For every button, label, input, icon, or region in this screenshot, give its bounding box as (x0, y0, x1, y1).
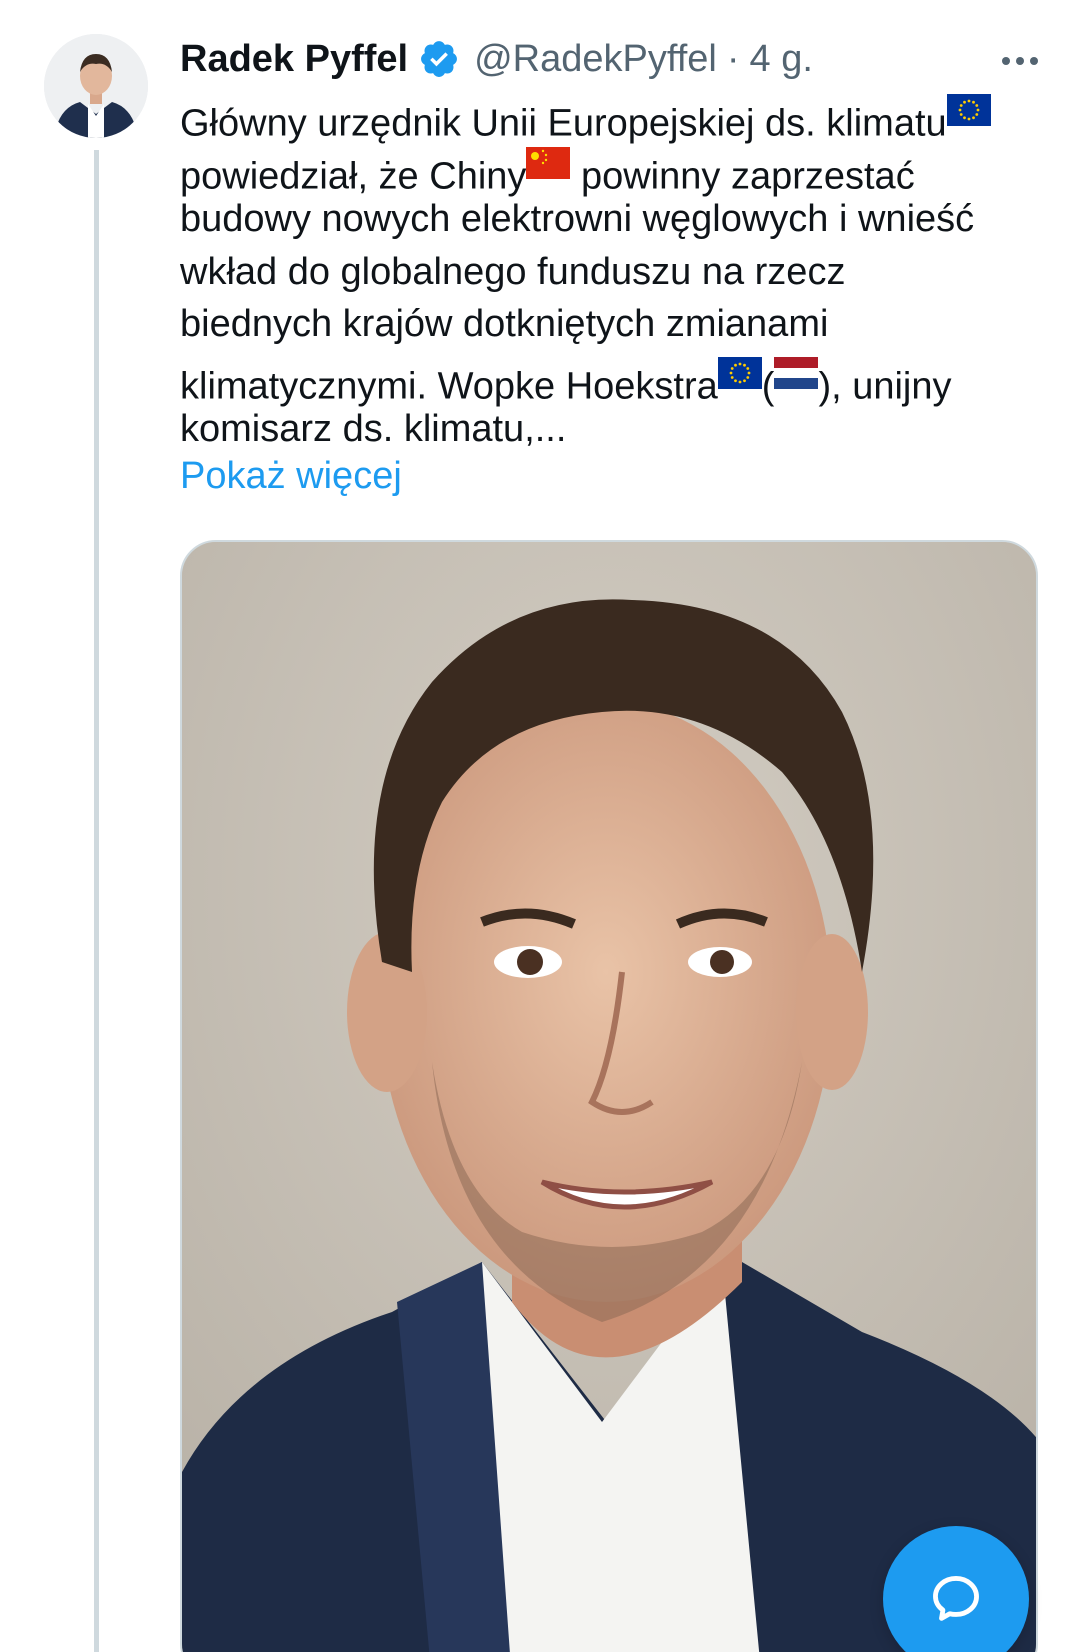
verified-badge-icon (421, 41, 458, 77)
header-separator: · (726, 37, 740, 80)
tweet-text-line: powiedział, że Chiny powinny zaprzestać (180, 141, 1040, 197)
tweet-text-segment: ( (761, 365, 775, 407)
tweet-header: Radek Pyffel @RadekPyffel · 4 g. (180, 34, 1050, 84)
tweet-text-line: klimatycznymi. Wopke Hoekstra ( ), unijny (180, 351, 1040, 407)
tweet-text-segment: ), unijny (818, 365, 952, 407)
portrait-photo (182, 542, 1036, 1652)
eu-flag-icon (946, 88, 991, 141)
tweet-text-line: biednych krajów dotkniętych zmianami (180, 298, 1040, 351)
tweet-text-segment: klimatycznymi. Wopke Hoekstra (180, 365, 718, 407)
tweet-text-segment: komisarz ds. klimatu,... (180, 408, 567, 450)
tweet-text-segment: budowy nowych elektrowni węglowych i wni… (180, 198, 975, 240)
tweet-text-segment: powinny zaprzestać (570, 155, 915, 197)
eu-flag-icon (717, 351, 762, 404)
tweet-text-line: Główny urzędnik Unii Europejskiej ds. kl… (180, 88, 1040, 145)
tweet-photo[interactable] (180, 540, 1038, 1652)
thread-line (94, 150, 99, 1652)
more-options-icon[interactable] (990, 36, 1050, 86)
tweet-text-segment: Główny urzędnik Unii Europejskiej ds. kl… (180, 102, 947, 145)
tweet-text-segment: wkład do globalnego funduszu na rzecz (180, 250, 846, 293)
author-handle[interactable]: @RadekPyffel (474, 38, 717, 81)
tweet-text: Główny urzędnik Unii Europejskiej ds. kl… (180, 88, 1040, 456)
author-avatar[interactable] (44, 34, 148, 138)
tweet-text-line: komisarz ds. klimatu,... (180, 403, 1040, 456)
tweet-timestamp[interactable]: 4 g. (750, 38, 813, 81)
author-display-name[interactable]: Radek Pyffel (180, 38, 408, 81)
tweet-text-segment: powiedział, że Chiny (180, 155, 527, 197)
netherlands-flag-icon (774, 351, 819, 404)
tweet-text-segment: biednych krajów dotkniętych zmianami (180, 303, 829, 345)
china-flag-icon (526, 141, 571, 194)
tweet-text-line: budowy nowych elektrowni węglowych i wni… (180, 193, 1040, 246)
show-more-link[interactable]: Pokaż więcej (180, 455, 402, 498)
tweet-text-line: wkład do globalnego funduszu na rzecz (180, 246, 1040, 299)
